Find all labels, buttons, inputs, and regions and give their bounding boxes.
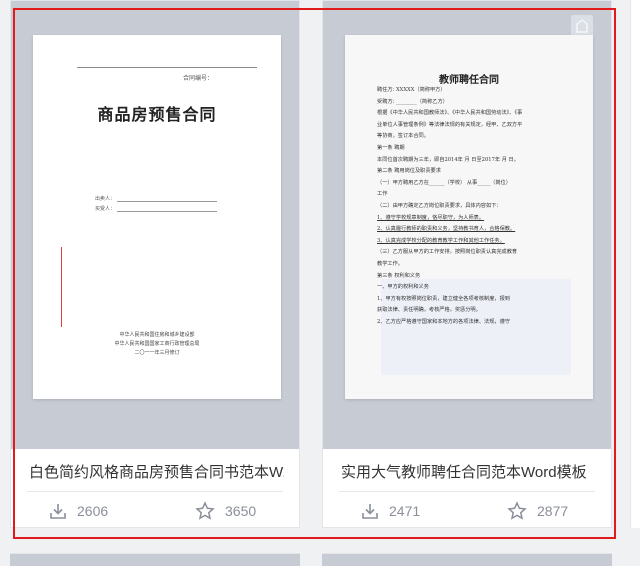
document-heading: 商品房预售合同 xyxy=(97,105,217,124)
footer-line: 中华人民共和国住房和城乡建设部 xyxy=(119,332,195,338)
favorite-count[interactable]: 2877 xyxy=(507,500,568,522)
card-title[interactable]: 实用大气教师聘任合同范本Word模板 xyxy=(341,461,596,482)
body-line: 根据《中华人民共和国教师法》、《中华人民共和国劳动法》、《事 xyxy=(377,110,523,117)
template-card[interactable]: 教师聘任合同 聘任方: XXXXX（简称甲方） 受聘方: ________（简称… xyxy=(322,0,612,528)
favorite-count[interactable]: 3650 xyxy=(195,500,256,522)
body-line: （二）由甲方确定乙方岗位职责要求，具体内容如下： xyxy=(377,202,502,209)
card-divider xyxy=(27,491,283,492)
body-line: 受聘方: ________（简称乙方） xyxy=(377,98,448,105)
star-icon xyxy=(195,501,215,520)
margin-mark xyxy=(61,247,62,327)
next-row-card[interactable] xyxy=(10,553,300,566)
download-count-value: 2471 xyxy=(389,503,421,519)
download-count-value: 2606 xyxy=(77,503,109,519)
favorite-count-value: 2877 xyxy=(537,503,569,519)
document-thumbnail[interactable]: 合同编号： 商品房预售合同 出卖人： 买受人： 中华人民共和国住房和城乡建设部 … xyxy=(11,1,299,449)
body-line: 2、乙方应严格遵守国家和本地方的各项法律、法规，遵守 xyxy=(377,318,510,325)
star-icon xyxy=(507,501,527,520)
download-count[interactable]: 2606 xyxy=(49,500,108,522)
bookmark-icon[interactable] xyxy=(571,15,593,37)
body-line: 1、甲方有权按照岗位职责，建立健全各项考核制度，报到 xyxy=(377,295,510,302)
body-line: 教学工作。 xyxy=(377,260,403,267)
footer-line: 中华人民共和国国家工商行政管理总局 xyxy=(114,341,200,347)
body-line: 业单位人事管理条例》等法律法规的有关规定，经甲、乙双方平 xyxy=(377,121,523,128)
document-page-preview: 合同编号： 商品房预售合同 出卖人： 买受人： 中华人民共和国住房和城乡建设部 … xyxy=(33,35,281,399)
body-line: 第一条 聘期 xyxy=(377,144,405,151)
body-line: 3、认真完成学校分配的教育教学工作和其他工作任务。 xyxy=(377,237,505,244)
seller-field: 出卖人： xyxy=(95,195,218,202)
document-thumbnail[interactable]: 教师聘任合同 聘任方: XXXXX（简称甲方） 受聘方: ________（简称… xyxy=(323,1,611,449)
body-line: （一）甲方聘用乙方在______（学校） 从事_____（岗位） xyxy=(377,179,511,186)
card-title[interactable]: 白色简约风格商品房预售合同书范本W... xyxy=(29,461,284,482)
favorite-count-value: 3650 xyxy=(225,503,257,519)
body-line: 聘任方: XXXXX（简称甲方） xyxy=(377,87,446,93)
body-line: （三）乙方服从甲方的工作安排，按照岗位职责认真完成教育 xyxy=(377,249,518,256)
download-count[interactable]: 2471 xyxy=(361,500,420,522)
footer-line: 二〇一一年三月修订 xyxy=(134,350,180,356)
contract-number-label: 合同编号： xyxy=(183,76,214,82)
document-body: 聘任方: XXXXX（简称甲方） 受聘方: ________（简称乙方） 根据《… xyxy=(377,85,567,328)
download-icon xyxy=(362,504,378,519)
document-heading: 教师聘任合同 xyxy=(439,75,499,86)
template-card[interactable]: 合同编号： 商品房预售合同 出卖人： 买受人： 中华人民共和国住房和城乡建设部 … xyxy=(10,0,300,528)
document-page-preview: 教师聘任合同 聘任方: XXXXX（简称甲方） 受聘方: ________（简称… xyxy=(345,35,593,399)
body-line: 1、遵守学校规章制度，恪尽职守，为人师表。 xyxy=(377,214,485,221)
body-line: 工作 xyxy=(377,191,388,198)
header-rule xyxy=(77,67,257,68)
body-line: 第三条 权利和义务 xyxy=(377,272,421,279)
buyer-field: 买受人： xyxy=(95,205,218,212)
body-line: 第二条 聘用岗位及职责要求 xyxy=(377,168,441,175)
next-card-edge[interactable] xyxy=(630,0,640,528)
body-line: 等协商，签订本合同。 xyxy=(377,133,429,140)
body-line: 本同位首次聘期为三年，即自2014年 月 日至2017年 月 日。 xyxy=(377,156,519,163)
body-line: 获取法律、责任明确，考核严格，奖惩分明。 xyxy=(377,307,481,314)
card-divider xyxy=(339,491,595,492)
body-line: 一、甲方的权利和义务 xyxy=(377,284,429,291)
body-line: 2、认真履行教师的职责和义务，坚持教书育人，合格保教。 xyxy=(377,226,516,233)
next-row-card[interactable] xyxy=(322,553,612,566)
download-icon xyxy=(50,504,66,519)
